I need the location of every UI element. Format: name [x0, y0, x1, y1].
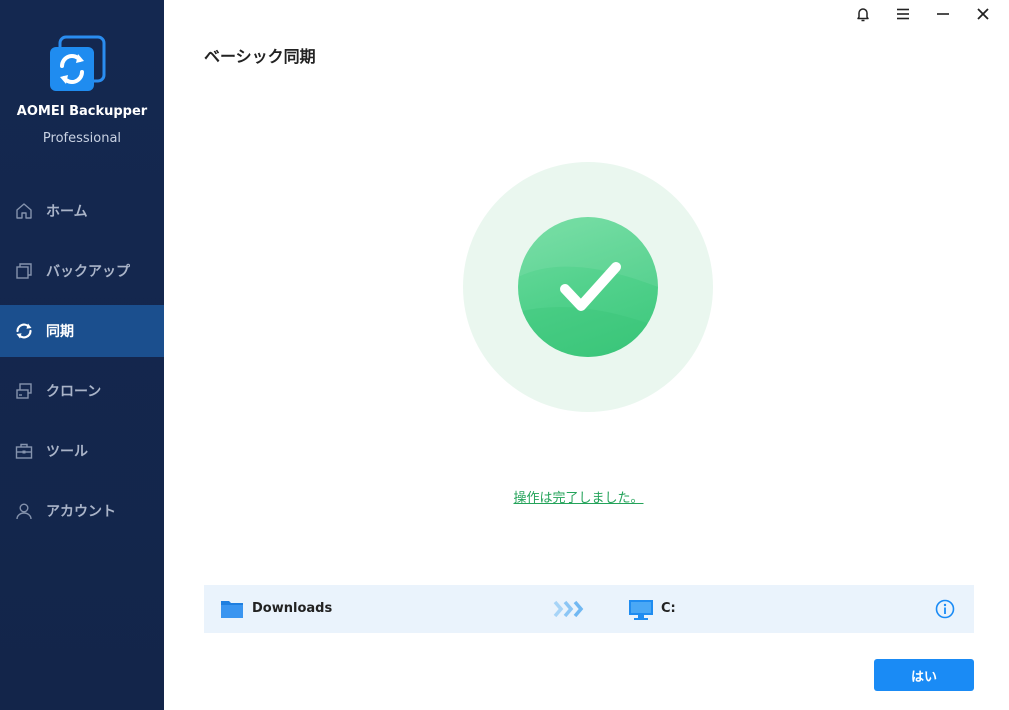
- app-name: AOMEI Backupper: [16, 104, 148, 119]
- task-summary-bar: Downloads C:: [204, 585, 974, 633]
- sync-icon: [14, 321, 34, 341]
- sidebar-item-label: クローン: [46, 384, 102, 400]
- sidebar-item-clone[interactable]: クローン: [0, 365, 164, 417]
- backup-icon: [14, 261, 34, 281]
- direction-arrows-icon: [553, 599, 587, 619]
- app-logo: [48, 35, 106, 93]
- computer-icon: [628, 599, 654, 621]
- window-controls: [843, 4, 1003, 28]
- bell-icon: [855, 6, 871, 26]
- tools-icon: [14, 441, 34, 461]
- sidebar-item-home[interactable]: ホーム: [0, 185, 164, 237]
- sidebar-item-label: 同期: [46, 324, 74, 340]
- source-label: Downloads: [252, 601, 333, 616]
- close-icon: [975, 6, 991, 26]
- sidebar-item-sync[interactable]: 同期: [0, 305, 164, 357]
- sidebar-item-label: ホーム: [46, 204, 88, 220]
- page-title: ベーシック同期: [204, 47, 316, 66]
- sidebar-item-label: ツール: [46, 444, 88, 460]
- home-icon: [14, 201, 34, 221]
- notification-button[interactable]: [843, 4, 883, 28]
- info-icon[interactable]: [935, 599, 955, 619]
- minimize-icon: [935, 6, 951, 26]
- menu-icon: [895, 6, 911, 26]
- ok-button[interactable]: はい: [874, 659, 974, 691]
- minimize-button[interactable]: [923, 4, 963, 28]
- success-check-icon: [518, 217, 658, 357]
- status-message-link[interactable]: 操作は完了しました。: [513, 491, 643, 506]
- destination-label: C:: [661, 601, 676, 616]
- close-button[interactable]: [963, 4, 1003, 28]
- clone-icon: [14, 381, 34, 401]
- folder-icon: [220, 598, 244, 620]
- app-edition: Professional: [42, 131, 122, 146]
- menu-button[interactable]: [883, 4, 923, 28]
- sidebar: AOMEI Backupper Professional ホーム バックアップ: [0, 0, 164, 710]
- sidebar-item-backup[interactable]: バックアップ: [0, 245, 164, 297]
- sidebar-item-label: バックアップ: [46, 264, 130, 280]
- sidebar-item-tools[interactable]: ツール: [0, 425, 164, 477]
